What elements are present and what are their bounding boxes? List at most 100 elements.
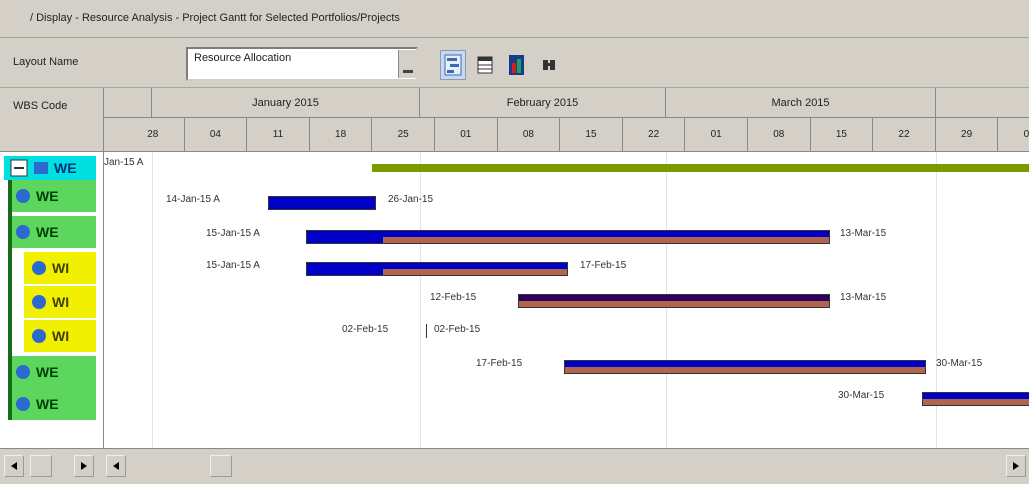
summary-bar-label: Jan-15 A <box>104 157 144 168</box>
week-tick-label: 04 <box>185 118 248 151</box>
milestone-marker[interactable] <box>426 324 427 338</box>
wbs-row[interactable]: WE <box>8 356 96 388</box>
arrow-right-icon <box>1013 462 1019 470</box>
activity-bar[interactable] <box>306 262 568 276</box>
bar-finish-label: 30-Mar-15 <box>936 358 983 369</box>
activity-bar[interactable] <box>922 392 1029 406</box>
wbs-row[interactable]: WE <box>8 180 96 212</box>
wbs-row-label: WI <box>52 260 70 276</box>
bar-start-label: 14-Jan-15 A <box>166 194 220 205</box>
wbs-scroll-left-button[interactable] <box>4 455 24 477</box>
layout-name-field[interactable]: Resource Allocation <box>186 47 418 81</box>
week-tick-label: 11 <box>247 118 310 151</box>
table-icon <box>477 56 493 74</box>
wbs-scroll-right-button[interactable] <box>74 455 94 477</box>
grid-line <box>152 152 153 448</box>
wbs-row-label: WE <box>36 396 59 412</box>
summary-bar[interactable] <box>372 164 1029 172</box>
gantt-scroll-right-button[interactable] <box>1006 455 1026 477</box>
wbs-folder-icon <box>34 162 48 174</box>
wbs-header-label: WBS Code <box>13 100 68 112</box>
activity-bar[interactable] <box>306 230 830 244</box>
month-march: March 2015 <box>666 88 936 118</box>
week-tick-label: 15 <box>811 118 874 151</box>
wbs-node-icon <box>16 397 30 411</box>
week-tick-label: 28 <box>122 118 185 151</box>
gantt-chart-icon <box>444 54 462 76</box>
wbs-row[interactable]: WE <box>4 156 96 180</box>
month-april <box>936 88 1029 118</box>
bar-finish-label: 17-Feb-15 <box>580 260 627 271</box>
gantt-scroll-thumb[interactable] <box>210 455 232 477</box>
week-tick-label: 29 <box>936 118 999 151</box>
arrow-right-icon <box>81 462 87 470</box>
bar-start-label: 15-Jan-15 A <box>206 260 260 271</box>
week-tick-label: 22 <box>623 118 686 151</box>
milestone-start-label: 02-Feb-15 <box>342 324 389 335</box>
gantt-chart-area[interactable]: Jan-15 A 14-Jan-15 A 26-Jan-15 15-Jan-15… <box>104 152 1029 448</box>
month-february: February 2015 <box>420 88 666 118</box>
wbs-row[interactable]: WI <box>24 320 96 352</box>
chart-view-button[interactable] <box>504 50 530 80</box>
week-tick-label: 05 <box>998 118 1029 151</box>
wbs-node-icon <box>32 295 46 309</box>
month-december <box>104 88 152 118</box>
activity-bar[interactable] <box>268 196 376 210</box>
wbs-node-icon <box>32 329 46 343</box>
milestone-finish-label: 02-Feb-15 <box>434 324 481 335</box>
wbs-node-icon <box>16 365 30 379</box>
resource-chart-icon <box>509 55 524 75</box>
wbs-column-header[interactable]: WBS Code <box>0 88 104 152</box>
activity-bar[interactable] <box>564 360 926 374</box>
collapse-icon <box>10 159 28 177</box>
binoculars-icon <box>543 60 555 70</box>
wbs-row[interactable]: WE <box>8 216 96 248</box>
week-tick-label: 08 <box>748 118 811 151</box>
week-tick-label: 01 <box>435 118 498 151</box>
options-button[interactable] <box>536 50 562 80</box>
activity-bar[interactable] <box>518 294 830 308</box>
wbs-row-label: WE <box>36 188 59 204</box>
wbs-node-icon <box>16 225 30 239</box>
window-title: / Display - Resource Analysis - Project … <box>30 12 400 24</box>
bar-start-label: 15-Jan-15 A <box>206 228 260 239</box>
gantt-scroll-left-button[interactable] <box>106 455 126 477</box>
week-tick-label: 22 <box>873 118 936 151</box>
wbs-row-label: WE <box>36 364 59 380</box>
wbs-node-icon <box>32 261 46 275</box>
arrow-left-icon <box>11 462 17 470</box>
week-tick-label: 25 <box>372 118 435 151</box>
wbs-scroll-thumb[interactable] <box>30 455 52 477</box>
wbs-row[interactable]: WI <box>24 286 96 318</box>
wbs-row[interactable]: WI <box>24 252 96 284</box>
wbs-tree-line <box>8 180 12 420</box>
month-january: January 2015 <box>152 88 420 118</box>
bar-start-label: 17-Feb-15 <box>476 358 523 369</box>
wbs-row-label: WE <box>54 160 77 176</box>
chevron-down-icon <box>402 70 413 73</box>
bar-finish-label: 13-Mar-15 <box>840 292 887 303</box>
wbs-row[interactable]: WE <box>8 388 96 420</box>
week-tick-label: 01 <box>685 118 748 151</box>
wbs-row-label: WI <box>52 328 70 344</box>
bar-finish-label: 26-Jan-15 <box>388 194 434 205</box>
bar-start-label: 30-Mar-15 <box>838 390 885 401</box>
week-tick-label: 15 <box>560 118 623 151</box>
layout-name-label: Layout Name <box>13 56 79 68</box>
arrow-left-icon <box>113 462 119 470</box>
wbs-column: WE WE WE WI WI WI WE WE <box>0 152 104 448</box>
week-tick-label: 18 <box>310 118 373 151</box>
layout-toolbar: Layout Name Resource Allocation <box>0 38 1029 88</box>
bar-finish-label: 13-Mar-15 <box>840 228 887 239</box>
wbs-row-label: WE <box>36 224 59 240</box>
horizontal-scrollbars <box>0 448 1029 484</box>
bar-start-label: 12-Feb-15 <box>430 292 477 303</box>
wbs-row-label: WI <box>52 294 70 310</box>
wbs-node-icon <box>16 189 30 203</box>
window-title-bar: / Display - Resource Analysis - Project … <box>0 0 1029 38</box>
gantt-view-button[interactable] <box>440 50 466 80</box>
week-tick-label: 08 <box>498 118 561 151</box>
layout-dropdown-button[interactable] <box>398 50 416 78</box>
table-view-button[interactable] <box>472 50 498 80</box>
timescale-header: January 2015 February 2015 March 2015 28… <box>104 88 1029 152</box>
